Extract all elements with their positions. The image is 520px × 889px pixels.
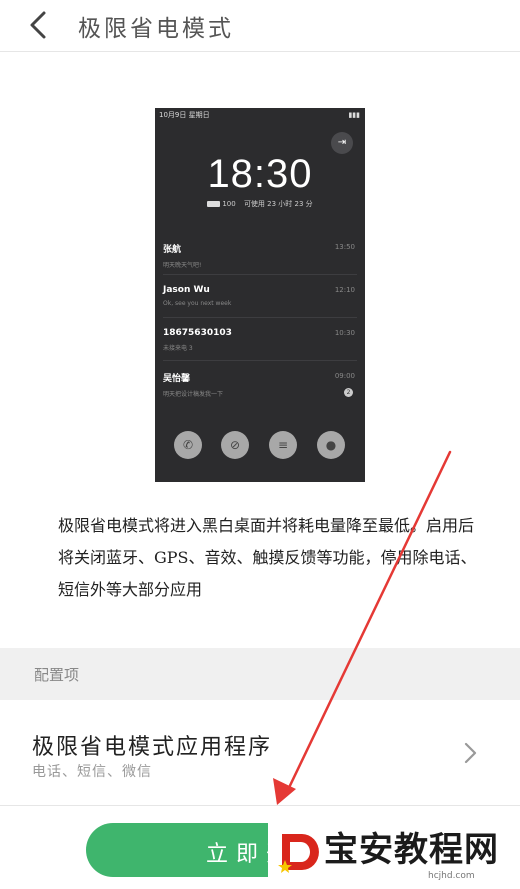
power-saving-apps-row[interactable]: 极限省电模式应用程序 电话、短信、微信	[0, 700, 520, 806]
list-item: 张航 明天晚天气吧! 13:50	[163, 232, 357, 275]
preview-sender: 张航	[163, 245, 182, 255]
lockscreen-preview-image: 10月9日 星期日 ▮▮▮ ⇥ 18:30 100 可使用 23 小时 23 分…	[155, 108, 365, 482]
preview-exit-icon: ⇥	[331, 132, 353, 154]
mode-description: 极限省电模式将进入黑白桌面并将耗电量降至最低。启用后将关闭蓝牙、GPS、音效、触…	[58, 516, 477, 599]
messages-app-icon: ≡	[269, 431, 297, 459]
list-item: 18675630103 未接来电 3 10:30	[163, 318, 357, 361]
preview-time: 09:00	[334, 372, 355, 380]
config-section-label: 配置项	[34, 666, 80, 684]
preview-dock: ✆ ⊘ ≡ ●	[155, 431, 365, 463]
watermark-url: hcjhd.com	[428, 871, 475, 881]
config-section-header: 配置项	[0, 648, 520, 700]
preview-time: 10:30	[334, 329, 355, 337]
phone-app-icon: ✆	[174, 431, 202, 459]
preview-signal-icon: ▮▮▮	[348, 111, 360, 119]
watermark-logo-icon	[278, 834, 319, 873]
preview-time: 12:10	[334, 286, 355, 294]
chevron-right-icon	[464, 742, 477, 764]
list-item: 吴怡馨 明天把设计稿发我一下 09:00 2	[163, 361, 357, 404]
preview-message: 明天把设计稿发我一下	[163, 391, 224, 398]
preview-sender: 吴怡馨	[163, 374, 191, 384]
preview-message-list: 张航 明天晚天气吧! 13:50 Jason Wu Ok, see you ne…	[163, 232, 357, 404]
config-row-subtitle: 电话、短信、微信	[32, 764, 152, 780]
preview-battery-text: 可使用 23 小时 23 分	[243, 200, 313, 208]
site-watermark: 宝安教程网 hcjhd.com	[268, 820, 520, 889]
preview-unread-badge: 2	[344, 388, 353, 397]
preview-message: Ok, see you next week	[163, 300, 232, 307]
page-title: 极限省电模式	[78, 16, 234, 42]
preview-battery-level: 100	[222, 200, 236, 208]
preview-clock: 18:30	[207, 152, 313, 196]
top-bar: 极限省电模式	[0, 0, 520, 52]
preview-time: 13:50	[334, 243, 355, 251]
watermark-text: 宝安教程网	[324, 830, 499, 870]
preview-sender: Jason Wu	[163, 285, 210, 295]
battery-icon	[207, 201, 221, 207]
preview-message: 未接来电 3	[163, 345, 193, 352]
config-row-title: 极限省电模式应用程序	[32, 735, 273, 760]
preview-message: 明天晚天气吧!	[163, 262, 202, 269]
camera-app-icon: ●	[317, 431, 345, 459]
preview-status-date: 10月9日 星期日	[159, 111, 210, 119]
list-item: Jason Wu Ok, see you next week 12:10	[163, 275, 357, 318]
preview-sender: 18675630103	[163, 328, 232, 338]
preview-battery: 100 可使用 23 小时 23 分	[155, 199, 365, 209]
compass-app-icon: ⊘	[221, 431, 249, 459]
back-arrow-icon[interactable]	[22, 8, 56, 42]
